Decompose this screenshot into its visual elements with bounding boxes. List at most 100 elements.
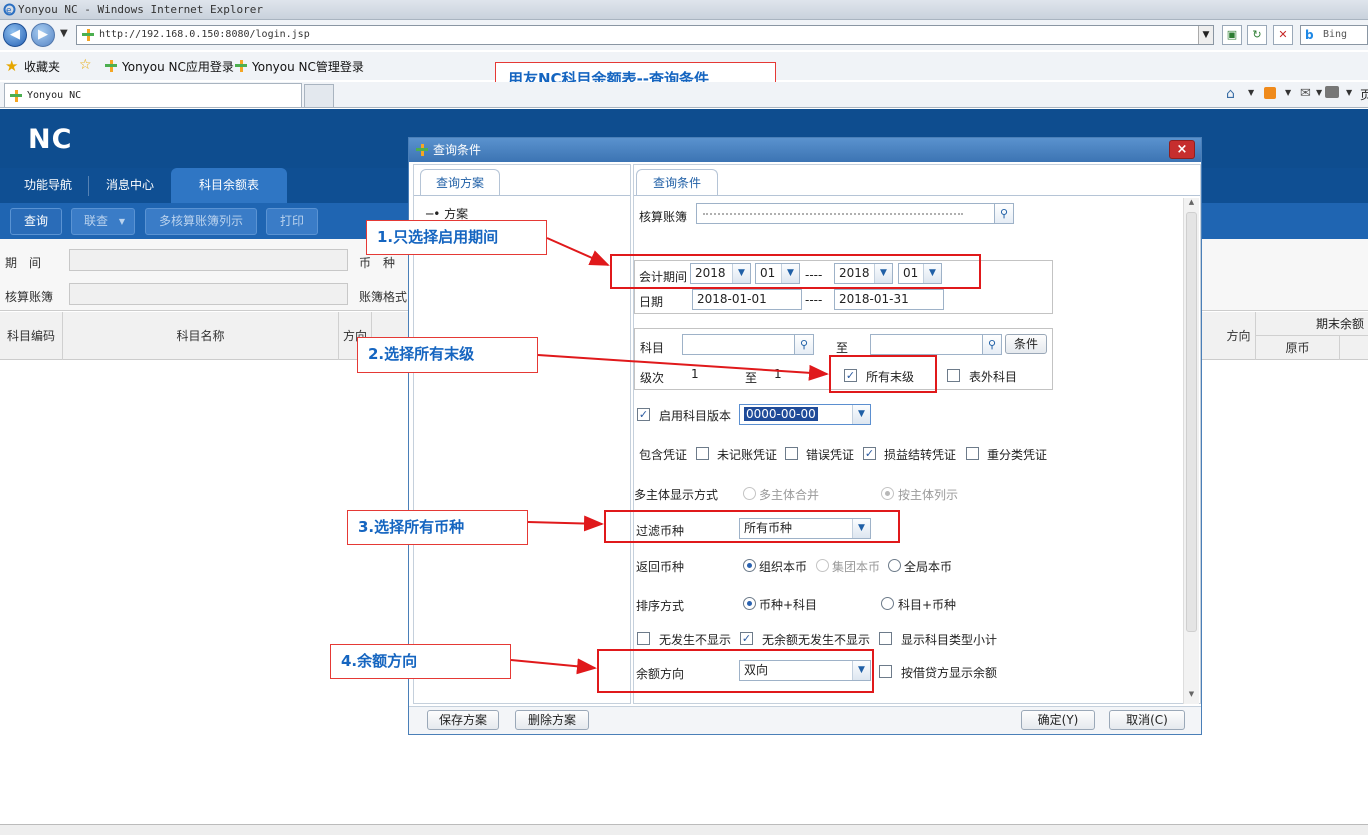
close-icon[interactable]: × <box>1169 140 1195 159</box>
cancel-button[interactable]: 取消(C) <box>1109 710 1185 730</box>
delete-scheme-button[interactable]: 删除方案 <box>515 710 589 730</box>
highlight-all-leaf <box>829 355 937 393</box>
scroll-down-icon[interactable]: ▼ <box>1184 690 1199 702</box>
forward-icon[interactable]: ▶ <box>31 23 55 47</box>
reclass-voucher-label: 重分类凭证 <box>987 448 1048 462</box>
new-tab-button[interactable] <box>304 84 334 107</box>
scroll-thumb[interactable] <box>1186 212 1197 632</box>
favorites-button[interactable]: 收藏夹 <box>24 58 60 75</box>
print-dropdown-icon[interactable]: ▼ <box>1346 88 1352 97</box>
print-button[interactable]: 打印 <box>266 208 318 235</box>
by-credit-checkbox[interactable] <box>879 665 892 678</box>
rss-icon[interactable] <box>1264 87 1276 99</box>
browser-tab-title: Yonyou NC <box>27 90 82 101</box>
tab-query-condition[interactable]: 查询条件 <box>636 169 718 195</box>
col-subject-name[interactable]: 科目名称 <box>63 312 339 360</box>
multi-merge-radio[interactable] <box>743 487 756 500</box>
global-currency-radio[interactable] <box>888 559 901 572</box>
tab-message-center[interactable]: 消息中心 <box>90 168 170 203</box>
multi-list-radio[interactable] <box>881 487 894 500</box>
group-currency-label: 集团本币 <box>832 560 881 574</box>
tree-item-label: 方案 <box>444 207 469 221</box>
sort-label: 排序方式 <box>636 599 685 613</box>
save-scheme-button[interactable]: 保存方案 <box>427 710 499 730</box>
query-button[interactable]: 查询 <box>10 208 62 235</box>
condition-button[interactable]: 条件 <box>1005 334 1047 354</box>
favorite-link-app[interactable]: Yonyou NC应用登录 <box>122 58 234 75</box>
sort-subject-currency-radio[interactable] <box>881 597 894 610</box>
favorite-link-admin[interactable]: Yonyou NC管理登录 <box>252 58 364 75</box>
show-subtotal-checkbox[interactable] <box>879 632 892 645</box>
highlight-filter-currency <box>604 510 900 543</box>
browser-tab[interactable]: Yonyou NC <box>4 83 302 107</box>
condition-pane: 查询条件 <box>633 164 1201 704</box>
sort-currency-subject-radio[interactable] <box>743 597 756 610</box>
pl-transfer-voucher-label: 损益结转凭证 <box>884 448 957 462</box>
search-icon[interactable]: ⚲ <box>794 334 814 355</box>
col-direction-right[interactable]: 方向 <box>1222 312 1256 360</box>
chevron-down-icon: ▼ <box>852 405 870 424</box>
dialog-title-bar: 查询条件 × <box>409 138 1201 162</box>
url-dropdown-icon[interactable]: ▼ <box>1198 26 1213 44</box>
book-field[interactable] <box>69 283 348 305</box>
off-sheet-label: 表外科目 <box>969 370 1018 384</box>
subject-from-input[interactable] <box>682 334 795 355</box>
use-version-label: 启用科目版本 <box>659 409 732 423</box>
off-sheet-checkbox[interactable] <box>947 369 960 382</box>
add-favorite-icon[interactable]: ☆ <box>79 57 92 73</box>
version-select[interactable]: 0000-00-00 ▼ <box>739 404 871 425</box>
ok-button[interactable]: 确定(Y) <box>1021 710 1095 730</box>
scroll-up-icon[interactable]: ▲ <box>1184 198 1199 210</box>
back-icon[interactable]: ◀ <box>3 23 27 47</box>
home-icon[interactable]: ⌂ <box>1226 86 1235 102</box>
annotation-step-2: 2.选择所有末级 <box>357 337 538 373</box>
period-field[interactable] <box>69 249 348 271</box>
history-dropdown-icon[interactable]: ▼ <box>60 28 68 39</box>
search-box[interactable]: b Bing <box>1300 25 1368 45</box>
book-label: 核算账簿 <box>5 290 54 304</box>
reclass-voucher-checkbox[interactable] <box>966 447 979 460</box>
search-icon[interactable]: ⚲ <box>994 203 1014 224</box>
compat-view-icon[interactable]: ▣ <box>1222 25 1242 45</box>
link-query-button[interactable]: 联查 ▼ <box>71 208 135 235</box>
stop-icon[interactable]: ✕ <box>1273 25 1293 45</box>
no-occurrence-checkbox[interactable] <box>637 632 650 645</box>
book-label: 核算账簿 <box>639 210 688 224</box>
unposted-voucher-checkbox[interactable] <box>696 447 709 460</box>
page-menu[interactable]: 页 <box>1360 86 1368 103</box>
search-icon[interactable]: ⚲ <box>982 334 1002 355</box>
no-balance-checkbox[interactable]: ✓ <box>740 632 753 645</box>
use-version-checkbox[interactable]: ✓ <box>637 408 650 421</box>
rss-dropdown-icon[interactable]: ▼ <box>1285 88 1291 97</box>
book-input[interactable] <box>696 203 996 224</box>
col-original-currency[interactable]: 原币 <box>1256 336 1340 360</box>
by-credit-label: 按借贷方显示余额 <box>901 666 998 680</box>
subject-label: 科目 <box>640 341 665 355</box>
mail-icon[interactable]: ✉ <box>1300 86 1311 101</box>
pl-transfer-voucher-checkbox[interactable]: ✓ <box>863 447 876 460</box>
version-value: 0000-00-00 <box>744 407 818 421</box>
level-to-input[interactable]: 1 <box>770 365 826 386</box>
group-currency-radio[interactable] <box>816 559 829 572</box>
nc-favicon-icon <box>105 60 117 72</box>
level-from-input[interactable]: 1 <box>687 365 743 386</box>
tab-query-scheme[interactable]: 查询方案 <box>420 169 500 195</box>
multi-book-button[interactable]: 多核算账簿列示 <box>145 208 257 235</box>
refresh-icon[interactable]: ↻ <box>1247 25 1267 45</box>
address-bar[interactable]: http://192.168.0.150:8080/login.jsp ▼ <box>76 25 1214 45</box>
mail-dropdown-icon[interactable]: ▼ <box>1316 88 1322 97</box>
print-icon[interactable] <box>1325 86 1339 98</box>
bing-icon: b <box>1305 28 1314 42</box>
error-voucher-checkbox[interactable] <box>785 447 798 460</box>
subject-to-input[interactable] <box>870 334 983 355</box>
date-from-input[interactable]: 2018-01-01 <box>692 289 802 310</box>
home-dropdown-icon[interactable]: ▼ <box>1248 88 1254 97</box>
tab-subject-balance[interactable]: 科目余额表 <box>171 168 287 203</box>
tab-function-nav[interactable]: 功能导航 <box>8 168 88 203</box>
org-currency-radio[interactable] <box>743 559 756 572</box>
book-value-redacted <box>703 213 963 215</box>
col-subject-code[interactable]: 科目编码 <box>0 312 63 360</box>
date-to-input[interactable]: 2018-01-31 <box>834 289 944 310</box>
global-currency-label: 全局本币 <box>904 560 953 574</box>
vertical-scrollbar[interactable]: ▲ ▼ <box>1183 198 1199 704</box>
